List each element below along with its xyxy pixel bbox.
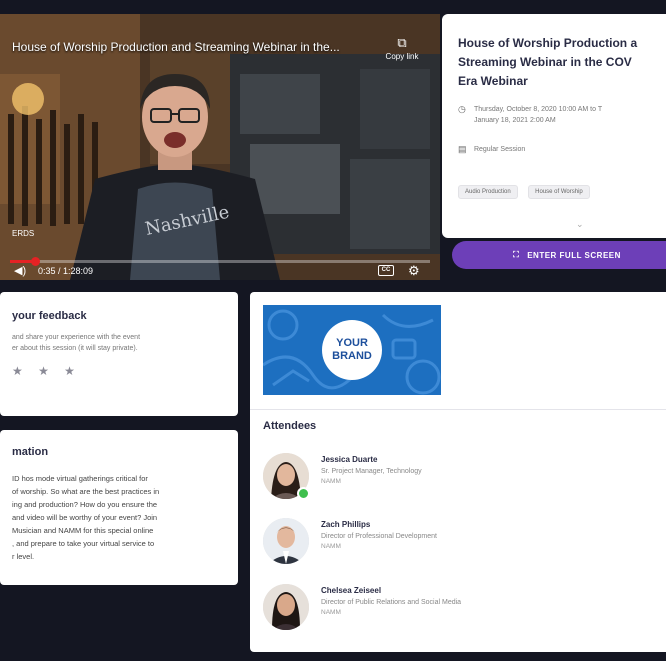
attendee-name[interactable]: Jessica Duarte [321,455,377,464]
sponsor-attendees-card: YOUR BRAND Attendees Jessica Duarte Sr. … [250,292,666,652]
video-controls: ◀) 0:35 / 1:28:09 CC ⚙ [0,263,440,280]
information-line: of worship. So what are the best practic… [12,487,160,496]
avatar-image [263,584,309,630]
brand-logo-line: YOUR [336,337,368,349]
session-icon: ▤ [458,144,467,154]
information-body: ID hos mode virtual gatherings critical … [12,472,234,563]
attendee-org: NAMM [321,478,341,485]
copy-link-icon: ⧉ [397,35,407,50]
feedback-description-line: er about this session (it will stay priv… [12,345,138,352]
information-line: ing and production? How do you ensure th… [12,500,158,509]
session-title-line: Era Webinar [458,74,528,88]
feedback-description-line: and share your experience with the event [12,334,141,341]
session-date-line: January 18, 2021 2:00 AM [473,117,556,124]
attendee-org: NAMM [321,609,341,616]
attendee-role: Director of Public Relations and Social … [321,599,462,606]
captions-icon[interactable]: CC [378,265,394,276]
feedback-description: and share your experience with the event… [12,332,234,354]
chevron-down-icon[interactable]: ⌄ [576,219,584,230]
tag-chip[interactable]: House of Worship [528,185,590,199]
video-time-readout: 0:35 / 1:28:09 [38,266,94,276]
sponsor-banner[interactable]: YOUR BRAND [263,305,441,395]
session-tags: Audio Production House of Worship [458,180,596,199]
attendee-role: Sr. Project Manager, Technology [321,468,422,475]
attendee-role: Director of Professional Development [321,533,437,540]
information-card: mation ID hos mode virtual gatherings cr… [0,430,238,585]
information-line: r level. [12,552,35,561]
attendee-org: NAMM [321,543,341,550]
attendee-item[interactable]: Jessica Duarte Sr. Project Manager, Tech… [263,453,663,505]
copy-link-label: Copy link [385,52,419,61]
brand-logo-line: BRAND [332,350,372,362]
attendee-item[interactable]: Chelsea Zeiseel Director of Public Relat… [263,584,663,636]
brand-logo: YOUR BRAND [322,320,382,380]
session-title-line: House of Worship Production a [458,36,638,50]
session-title-line: Streaming Webinar in the COV [458,55,632,69]
information-line: and video will be worthy of your event? … [12,513,158,522]
information-line: Musician and NAMM for this special onlin… [12,526,154,535]
online-status-dot [297,487,310,500]
attendee-item[interactable]: Zach Phillips Director of Professional D… [263,518,663,570]
tag-chip[interactable]: Audio Production [458,185,518,199]
information-line: , and prepare to take your virtual servi… [12,539,155,548]
feedback-card: your feedback and share your experience … [0,292,238,416]
clock-icon: ◷ [458,104,466,114]
attendee-name[interactable]: Chelsea Zeiseel [321,586,381,595]
video-title: House of Worship Production and Streamin… [12,40,340,54]
information-title: mation [12,446,49,458]
star-rating[interactable]: ★ ★ ★ [12,364,81,378]
enter-full-screen-button[interactable]: ⛶ ENTER FULL SCREEN [452,241,666,269]
session-date: ◷ Thursday, October 8, 2020 10:00 AM to … [458,104,602,126]
attendees-heading: Attendees [263,420,317,432]
gear-icon[interactable]: ⚙ [408,263,420,279]
avatar-image [263,518,309,564]
session-date-line: Thursday, October 8, 2020 10:00 AM to T [473,106,603,113]
video-player[interactable]: Nashville House of Worship Production an… [0,14,440,280]
enter-full-screen-label: ENTER FULL SCREEN [527,250,621,260]
video-progress-bar[interactable] [10,257,430,266]
video-overlay-label: ERDS [12,229,35,238]
avatar [263,518,309,564]
information-line: ID hos mode virtual gatherings critical … [12,474,148,483]
volume-icon[interactable]: ◀) [14,264,26,277]
session-title: House of Worship Production a Streaming … [458,34,666,91]
session-info-card: House of Worship Production a Streaming … [442,14,666,238]
attendee-name[interactable]: Zach Phillips [321,520,370,529]
divider [250,409,666,410]
avatar [263,584,309,630]
copy-link-button[interactable]: ⧉ Copy link [380,35,424,62]
fullscreen-icon: ⛶ [513,250,520,259]
session-type: ▤ Regular Session [458,144,525,155]
feedback-title: your feedback [12,310,87,322]
session-type-label: Regular Session [473,146,526,153]
